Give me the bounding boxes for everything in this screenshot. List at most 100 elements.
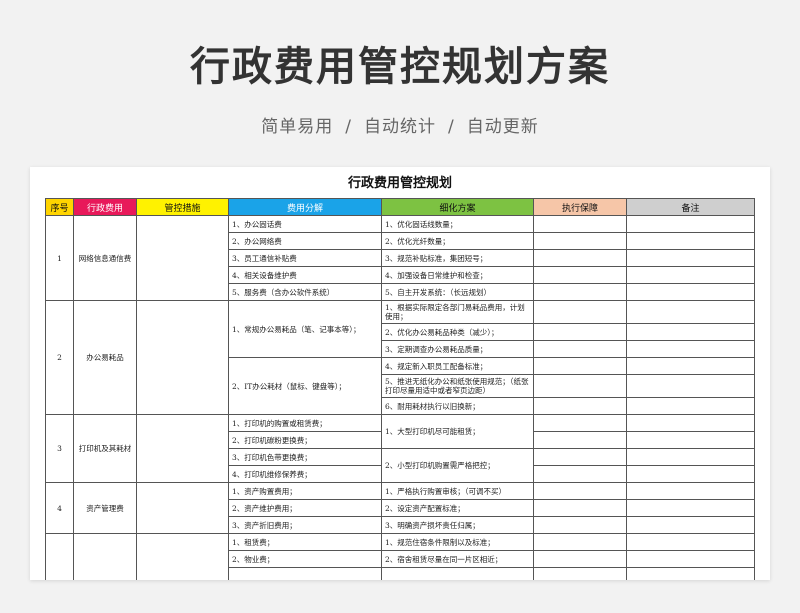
split-cell[interactable]: 3、打印机色带更换费； (228, 448, 382, 466)
split-cell[interactable]: 1、常规办公易耗品（笔、记事本等）； (228, 300, 382, 358)
category-cell[interactable]: 资产管理费 (73, 482, 137, 534)
note-cell[interactable] (626, 340, 755, 358)
plan-cell[interactable]: 3、明确资产损坏责任归属； (381, 516, 534, 534)
plan-cell[interactable]: 2、小型打印机购置需严格把控； (381, 448, 534, 483)
plan-cell[interactable]: 2、优化办公易耗品种类（减少）； (381, 323, 534, 341)
guarantee-cell[interactable] (533, 323, 627, 341)
plan-cell[interactable]: 1、规范住宿条件限制以及标准； (381, 533, 534, 551)
plan-cell[interactable]: 1、优化固话线数量； (381, 215, 534, 233)
note-cell[interactable] (626, 465, 755, 483)
guarantee-cell[interactable] (533, 499, 627, 517)
note-cell[interactable] (626, 215, 755, 233)
plan-cell[interactable]: 3、定期调查办公易耗品质量； (381, 340, 534, 358)
plan-cell[interactable] (381, 567, 534, 580)
guarantee-cell[interactable] (533, 482, 627, 500)
note-cell[interactable] (626, 414, 755, 432)
note-cell[interactable] (626, 516, 755, 534)
plan-cell[interactable]: 1、严格执行购置审核；（可调不买） (381, 482, 534, 500)
header-category[interactable]: 行政费用 (73, 198, 137, 216)
header-note[interactable]: 备注 (626, 198, 755, 216)
guarantee-cell[interactable] (533, 357, 627, 375)
guarantee-cell[interactable] (533, 249, 627, 267)
note-cell[interactable] (626, 448, 755, 466)
note-cell[interactable] (626, 357, 755, 375)
guarantee-cell[interactable] (533, 283, 627, 301)
measures-cell[interactable] (136, 215, 229, 301)
index-cell[interactable]: 3 (45, 414, 74, 483)
guarantee-cell[interactable] (533, 431, 627, 449)
index-cell[interactable]: 2 (45, 300, 74, 415)
header-guarantee[interactable]: 执行保障 (533, 198, 627, 216)
plan-cell[interactable]: 1、大型打印机尽可能租赁； (381, 414, 534, 449)
note-cell[interactable] (626, 374, 755, 398)
split-cell[interactable]: 2、资产维护费用； (228, 499, 382, 517)
guarantee-cell[interactable] (533, 300, 627, 324)
split-cell[interactable]: 3、资产折旧费用； (228, 516, 382, 534)
category-cell[interactable]: 网络信息通信费 (73, 215, 137, 301)
note-cell[interactable] (626, 300, 755, 324)
note-cell[interactable] (626, 232, 755, 250)
split-cell[interactable]: 2、物业费； (228, 550, 382, 568)
split-cell[interactable]: 1、打印机的购置或租赁费； (228, 414, 382, 432)
guarantee-cell[interactable] (533, 550, 627, 568)
note-cell[interactable] (626, 482, 755, 500)
index-cell[interactable]: 4 (45, 482, 74, 534)
split-cell[interactable]: 2、办公网络费 (228, 232, 382, 250)
plan-cell[interactable]: 5、自主开发系统：（长远规划） (381, 283, 534, 301)
note-cell[interactable] (626, 567, 755, 580)
header-plan[interactable]: 细化方案 (381, 198, 534, 216)
split-cell[interactable] (228, 567, 382, 580)
category-cell[interactable]: 打印机及其耗材 (73, 414, 137, 483)
guarantee-cell[interactable] (533, 533, 627, 551)
note-cell[interactable] (626, 249, 755, 267)
plan-cell[interactable]: 2、设定资产配置标准； (381, 499, 534, 517)
note-cell[interactable] (626, 533, 755, 551)
split-cell[interactable]: 2、打印机碳粉更换费； (228, 431, 382, 449)
measures-cell[interactable] (136, 482, 229, 534)
guarantee-cell[interactable] (533, 516, 627, 534)
guarantee-cell[interactable] (533, 340, 627, 358)
plan-cell[interactable]: 6、耐用耗材执行以旧换新； (381, 397, 534, 415)
split-cell[interactable]: 1、办公固话费 (228, 215, 382, 233)
split-cell[interactable]: 4、打印机维修保养费； (228, 465, 382, 483)
measures-cell[interactable] (136, 414, 229, 483)
note-cell[interactable] (626, 266, 755, 284)
plan-cell[interactable]: 4、规定新入职员工配备标准； (381, 357, 534, 375)
guarantee-cell[interactable] (533, 232, 627, 250)
plan-cell[interactable]: 5、推进无纸化办公和纸张使用规范；（纸张打印尽量用适中或者窄页边距） (381, 374, 534, 398)
split-cell[interactable]: 1、资产购置费用； (228, 482, 382, 500)
plan-cell[interactable]: 4、加强设备日常维护和检查； (381, 266, 534, 284)
note-cell[interactable] (626, 323, 755, 341)
header-index[interactable]: 序号 (45, 198, 74, 216)
plan-cell[interactable]: 3、规范补贴标准，集团短号； (381, 249, 534, 267)
guarantee-cell[interactable] (533, 448, 627, 466)
split-cell[interactable]: 5、服务费（含办公软件系统） (228, 283, 382, 301)
note-cell[interactable] (626, 431, 755, 449)
measures-cell[interactable] (136, 300, 229, 415)
note-cell[interactable] (626, 550, 755, 568)
guarantee-cell[interactable] (533, 465, 627, 483)
split-cell[interactable]: 3、员工通信补贴费 (228, 249, 382, 267)
header-measures[interactable]: 管控措施 (136, 198, 229, 216)
plan-cell[interactable]: 2、优化光纤数量； (381, 232, 534, 250)
split-cell[interactable]: 2、IT办公耗材（鼠标、键盘等）； (228, 357, 382, 415)
category-cell[interactable]: 办公易耗品 (73, 300, 137, 415)
header-cost-split[interactable]: 费用分解 (228, 198, 382, 216)
note-cell[interactable] (626, 397, 755, 415)
note-cell[interactable] (626, 499, 755, 517)
category-cell[interactable] (73, 533, 137, 580)
plan-cell[interactable]: 2、宿舍租赁尽量在同一片区相近； (381, 550, 534, 568)
plan-cell[interactable]: 1、根据实际限定各部门易耗品费用，计划使用； (381, 300, 534, 324)
guarantee-cell[interactable] (533, 397, 627, 415)
guarantee-cell[interactable] (533, 374, 627, 398)
split-cell[interactable]: 4、相关设备维护费 (228, 266, 382, 284)
guarantee-cell[interactable] (533, 266, 627, 284)
measures-cell[interactable] (136, 533, 229, 580)
index-cell[interactable] (45, 533, 74, 580)
guarantee-cell[interactable] (533, 215, 627, 233)
guarantee-cell[interactable] (533, 567, 627, 580)
note-cell[interactable] (626, 283, 755, 301)
index-cell[interactable]: 1 (45, 215, 74, 301)
guarantee-cell[interactable] (533, 414, 627, 432)
split-cell[interactable]: 1、租赁费； (228, 533, 382, 551)
